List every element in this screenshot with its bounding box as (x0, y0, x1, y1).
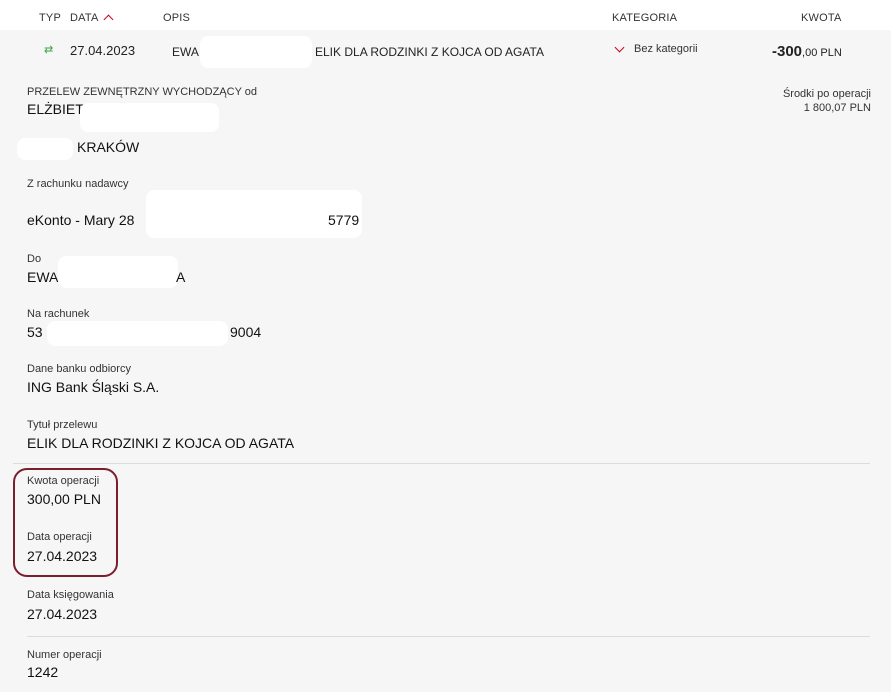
sender-city: KRAKÓW (77, 139, 140, 155)
transaction-amount: -300,00 PLN (772, 43, 842, 61)
chevron-up-icon[interactable] (103, 14, 113, 25)
transaction-date: 27.04.2023 (70, 43, 136, 58)
bank-value: ING Bank Śląski S.A. (27, 379, 160, 395)
transaction-description-end: ELIK DLA RODZINKI Z KOJCA OD AGATA (315, 45, 544, 59)
recipient-account-end: 9004 (230, 324, 262, 340)
transaction-description-start: EWA (172, 45, 199, 59)
column-header-type[interactable]: TYP (39, 12, 61, 24)
transaction-row[interactable]: ⇄ 27.04.2023 EWA ELIK DLA RODZINKI Z KOJ… (27, 31, 870, 69)
table-header: TYP DATA OPIS KATEGORIA KWOTA (0, 0, 891, 30)
recipient-account-label: Na rachunek (27, 308, 90, 320)
balance-label: Środki po operacji (782, 88, 871, 100)
redacted-mask (47, 321, 228, 346)
redacted-mask (17, 138, 73, 160)
operation-number-value: 1242 (27, 664, 59, 680)
divider (13, 463, 870, 464)
recipient-account-start: 53 (27, 324, 43, 340)
amount-main: -300 (772, 43, 803, 60)
transfer-type-label: PRZELEW ZEWNĘTRZNY WYCHODZĄCY od (27, 86, 258, 98)
recipient-label: Do (27, 253, 42, 265)
booking-date-value: 27.04.2023 (27, 606, 98, 622)
bank-label: Dane banku odbiorcy (27, 363, 131, 375)
column-header-description[interactable]: OPIS (163, 12, 190, 24)
chevron-down-icon[interactable] (614, 42, 625, 53)
from-account-label: Z rachunku nadawcy (27, 178, 129, 190)
redacted-mask (58, 256, 178, 288)
redacted-mask (200, 36, 312, 68)
divider (27, 636, 870, 637)
operation-number-label: Numer operacji (27, 649, 102, 661)
category-label[interactable]: Bez kategorii (634, 43, 698, 55)
transfer-title-value: ELIK DLA RODZINKI Z KOJCA OD AGATA (27, 435, 295, 451)
column-header-date-label: DATA (70, 12, 99, 24)
column-header-amount[interactable]: KWOTA (801, 12, 842, 24)
amount-cents: ,00 PLN (802, 47, 842, 59)
recipient-name-end: A (176, 269, 186, 285)
booking-date-label: Data księgowania (27, 589, 114, 601)
from-account-name: eKonto - Mary 28 (27, 212, 135, 228)
highlight-outline (13, 468, 118, 577)
recipient-name-start: EWA (27, 269, 59, 285)
column-header-date[interactable]: DATA (70, 12, 113, 25)
arrows-exchange-icon: ⇄ (44, 44, 54, 56)
redacted-mask (80, 103, 219, 132)
balance-value: 1 800,07 PLN (803, 102, 871, 114)
transfer-title-label: Tytuł przelewu (27, 419, 98, 431)
from-account-end: 5779 (328, 212, 360, 228)
column-header-category[interactable]: KATEGORIA (612, 12, 677, 24)
